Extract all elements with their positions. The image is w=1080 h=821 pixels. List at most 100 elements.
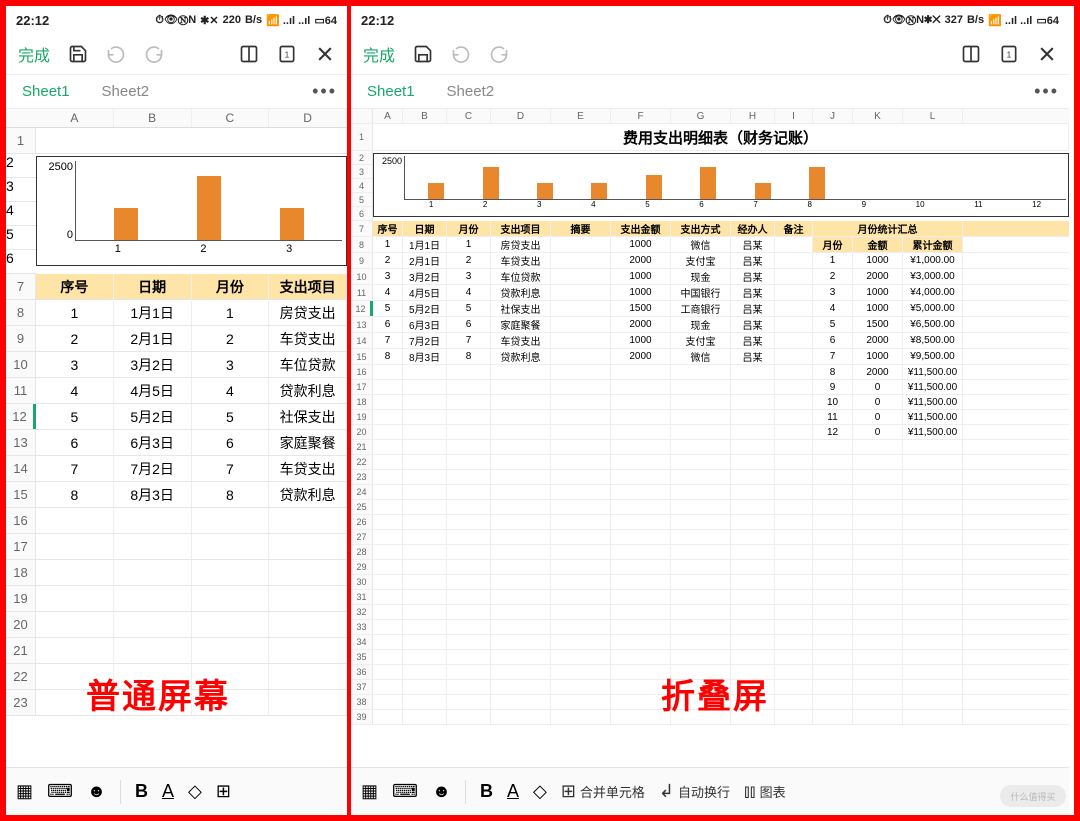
status-icons: ⏱👁ⓃN ✱✕ 220B/s 📶 ..ıl ..ıl ▭64 bbox=[155, 13, 337, 27]
redo-icon[interactable] bbox=[483, 38, 515, 70]
watermark: 什么值得买 bbox=[1000, 785, 1066, 807]
tab-sheet2[interactable]: Sheet2 bbox=[86, 77, 166, 106]
bold-icon[interactable]: B bbox=[480, 781, 493, 802]
overlay-normal: 普通屏幕 bbox=[86, 669, 230, 718]
column-letters: A B C D bbox=[6, 109, 347, 128]
tab-sheet1[interactable]: Sheet1 bbox=[351, 77, 431, 106]
table-row[interactable]: 922月1日2车贷支出 bbox=[6, 326, 347, 352]
redo-icon[interactable] bbox=[138, 38, 170, 70]
table-row[interactable]: 21 bbox=[6, 638, 347, 664]
tab-more-icon[interactable]: ••• bbox=[1034, 81, 1059, 102]
apps-icon[interactable]: ▦ bbox=[16, 781, 33, 802]
table-row[interactable]: 27 bbox=[351, 530, 1069, 545]
bold-icon[interactable]: B bbox=[135, 781, 148, 802]
chart-right[interactable]: 2500 123456789101112 bbox=[373, 153, 1069, 217]
table-row[interactable]: 19 bbox=[6, 586, 347, 612]
table-row[interactable]: 23 bbox=[351, 470, 1069, 485]
table-row[interactable]: 26 bbox=[351, 515, 1069, 530]
phone-foldable: 22:12 ⏱👁ⓃN✱✕ 327B/s 📶 ..ıl ..ıl ▭64 完成 1… bbox=[351, 6, 1069, 815]
table-row[interactable]: 22 bbox=[351, 455, 1069, 470]
wrap-text-button[interactable]: ↲自动换行 bbox=[659, 781, 730, 802]
assistant-icon[interactable]: ☻ bbox=[87, 781, 106, 802]
table-row[interactable]: 19110¥11,500.00 bbox=[351, 410, 1069, 425]
phone-normal: 22:12 ⏱👁ⓃN ✱✕ 220B/s 📶 ..ıl ..ıl ▭64 完成 … bbox=[6, 6, 351, 815]
bottom-toolbar-right: ▦ ⌨ ☻ B A ◇ ⊞合并单元格 ↲自动换行 ⫾⫾图表 bbox=[351, 767, 1069, 815]
sheet-tabs: Sheet1 Sheet2 ••• bbox=[6, 75, 347, 109]
table-row[interactable]: 21 bbox=[351, 440, 1069, 455]
split-view-icon[interactable] bbox=[955, 38, 987, 70]
table-row[interactable]: 25 bbox=[351, 500, 1069, 515]
table-row[interactable]: 31 bbox=[351, 590, 1069, 605]
table-row[interactable]: 1682000¥11,500.00 bbox=[351, 365, 1069, 380]
table-row[interactable]: 32 bbox=[351, 605, 1069, 620]
save-icon[interactable] bbox=[407, 38, 439, 70]
cell-icon[interactable]: ⊞ bbox=[216, 781, 231, 802]
save-icon[interactable] bbox=[62, 38, 94, 70]
close-icon[interactable] bbox=[309, 38, 341, 70]
sheet-view-right[interactable]: ABCDEFGHIJKL 1费用支出明细表（财务记账） 2 3 4 5 6 25… bbox=[351, 109, 1069, 767]
chart-left[interactable]: 2500 0 1 2 3 bbox=[36, 156, 347, 266]
table-row[interactable]: 1033月2日3车位贷款1000现金吕某22000¥3,000.00 bbox=[351, 269, 1069, 285]
fill-icon[interactable]: ◇ bbox=[188, 781, 202, 802]
table-row[interactable]: 34 bbox=[351, 635, 1069, 650]
status-bar-right: 22:12 ⏱👁ⓃN✱✕ 327B/s 📶 ..ıl ..ıl ▭64 bbox=[351, 6, 1069, 34]
keyboard-icon[interactable]: ⌨ bbox=[392, 781, 418, 802]
header-row-left: 7序号日期月份支出项目 bbox=[6, 274, 347, 300]
font-color-icon[interactable]: A bbox=[162, 781, 174, 802]
undo-icon[interactable] bbox=[100, 38, 132, 70]
table-row[interactable]: 1588月3日8贷款利息2000微信吕某71000¥9,500.00 bbox=[351, 349, 1069, 365]
top-toolbar-right: 完成 1 bbox=[351, 34, 1069, 75]
table-row[interactable]: 1144月5日4贷款利息1000中国银行吕某31000¥4,000.00 bbox=[351, 285, 1069, 301]
tab-more-icon[interactable]: ••• bbox=[312, 81, 337, 102]
table-row[interactable]: 30 bbox=[351, 575, 1069, 590]
page-1-icon[interactable]: 1 bbox=[271, 38, 303, 70]
table-row[interactable]: 33 bbox=[351, 620, 1069, 635]
tab-sheet1[interactable]: Sheet1 bbox=[6, 77, 86, 106]
merge-cells-button[interactable]: ⊞合并单元格 bbox=[561, 781, 645, 802]
close-icon[interactable] bbox=[1031, 38, 1063, 70]
table-row[interactable]: 20 bbox=[6, 612, 347, 638]
table-row[interactable]: 35 bbox=[351, 650, 1069, 665]
column-letters-right: ABCDEFGHIJKL bbox=[351, 109, 1069, 124]
table-row[interactable]: 1366月3日6家庭聚餐2000现金吕某51500¥6,500.00 bbox=[351, 317, 1069, 333]
sheet-view-left[interactable]: A B C D 1 2 3 4 5 6 bbox=[6, 109, 347, 767]
split-view-icon[interactable] bbox=[233, 38, 265, 70]
table-row[interactable]: 18100¥11,500.00 bbox=[351, 395, 1069, 410]
apps-icon[interactable]: ▦ bbox=[361, 781, 378, 802]
font-color-icon[interactable]: A bbox=[507, 781, 519, 802]
table-row[interactable]: 29 bbox=[351, 560, 1069, 575]
status-time: 22:12 bbox=[361, 13, 394, 28]
table-row[interactable]: 1144月5日4贷款利息 bbox=[6, 378, 347, 404]
table-row[interactable]: 16 bbox=[6, 508, 347, 534]
assistant-icon[interactable]: ☻ bbox=[432, 781, 451, 802]
table-row[interactable]: 1477月2日7车贷支出1000支付宝吕某62000¥8,500.00 bbox=[351, 333, 1069, 349]
table-row[interactable]: 24 bbox=[351, 485, 1069, 500]
table-row[interactable]: 1255月2日5社保支出1500工商银行吕某41000¥5,000.00 bbox=[351, 301, 1069, 317]
table-row[interactable]: 1255月2日5社保支出 bbox=[6, 404, 347, 430]
table-row[interactable]: 1033月2日3车位贷款 bbox=[6, 352, 347, 378]
fill-icon[interactable]: ◇ bbox=[533, 781, 547, 802]
comparison-frame: 22:12 ⏱👁ⓃN ✱✕ 220B/s 📶 ..ıl ..ıl ▭64 完成 … bbox=[0, 0, 1080, 821]
page-1-icon[interactable]: 1 bbox=[993, 38, 1025, 70]
table-row[interactable]: 1366月3日6家庭聚餐 bbox=[6, 430, 347, 456]
chart-button[interactable]: ⫾⫾图表 bbox=[744, 781, 786, 802]
table-row[interactable]: 1588月3日8贷款利息 bbox=[6, 482, 347, 508]
svg-text:1: 1 bbox=[285, 49, 290, 59]
tab-sheet2[interactable]: Sheet2 bbox=[431, 77, 511, 106]
undo-icon[interactable] bbox=[445, 38, 477, 70]
table-row[interactable]: 811月1日1房贷支出 bbox=[6, 300, 347, 326]
table-row[interactable]: 17 bbox=[6, 534, 347, 560]
keyboard-icon[interactable]: ⌨ bbox=[47, 781, 73, 802]
done-button[interactable]: 完成 bbox=[357, 38, 401, 70]
bottom-toolbar-left: ▦ ⌨ ☻ B A ◇ ⊞ bbox=[6, 767, 347, 815]
table-row[interactable]: 922月1日2车贷支出2000支付宝吕某11000¥1,000.00 bbox=[351, 253, 1069, 269]
svg-text:1: 1 bbox=[1007, 49, 1012, 59]
table-row[interactable]: 28 bbox=[351, 545, 1069, 560]
table-row[interactable]: 18 bbox=[6, 560, 347, 586]
battery-indicator: ▭64 bbox=[314, 14, 337, 27]
table-row[interactable]: 811月1日1房贷支出1000微信吕某月份金额累计金额 bbox=[351, 237, 1069, 253]
table-row[interactable]: 1790¥11,500.00 bbox=[351, 380, 1069, 395]
table-row[interactable]: 1477月2日7车贷支出 bbox=[6, 456, 347, 482]
table-row[interactable]: 20120¥11,500.00 bbox=[351, 425, 1069, 440]
done-button[interactable]: 完成 bbox=[12, 38, 56, 70]
